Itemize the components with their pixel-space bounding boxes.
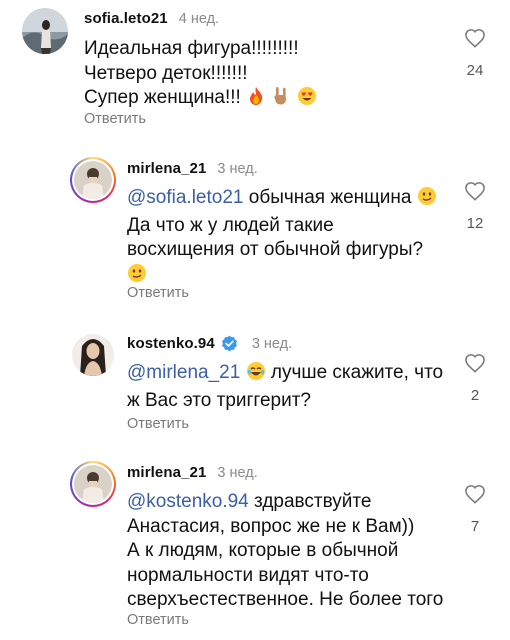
- username[interactable]: sofia.leto21: [84, 10, 168, 27]
- like-button[interactable]: 12: [455, 181, 495, 232]
- avatar[interactable]: [70, 157, 116, 203]
- heart-outline-icon: [455, 181, 495, 201]
- fire-emoji: [246, 86, 266, 114]
- heart-outline-icon: [455, 353, 495, 373]
- comment-line: сверхъестественное. Не более того: [127, 589, 444, 610]
- comment-line: восхищения от обычной фигуры?: [127, 239, 424, 260]
- comment-text: @mirlena_21 лучше скажите, что ж Вас это…: [127, 361, 443, 413]
- avatar[interactable]: [70, 461, 116, 507]
- timestamp: 3 нед.: [217, 160, 258, 177]
- comment-line: @sofia.leto21 обычная женщина: [127, 186, 437, 214]
- comment-line: @mirlena_21 лучше скажите, что: [127, 361, 443, 389]
- mention-link[interactable]: @mirlena_21: [127, 362, 240, 383]
- like-count: 12: [466, 215, 484, 232]
- comment-line: @kostenko.94 здравствуйте: [127, 491, 372, 512]
- like-count: 2: [470, 387, 480, 404]
- reply-button[interactable]: Ответить: [84, 111, 146, 127]
- timestamp: 3 нед.: [217, 464, 258, 481]
- avatar[interactable]: [72, 334, 114, 376]
- comment-text: @kostenko.94 здравствуйте Анастасия, воп…: [127, 490, 443, 613]
- mention-link[interactable]: @kostenko.94: [127, 491, 249, 512]
- heart-outline-icon: [455, 484, 495, 504]
- reply-button[interactable]: Ответить: [127, 416, 189, 432]
- mention-link[interactable]: @sofia.leto21: [127, 187, 243, 208]
- heart-outline-icon: [455, 28, 495, 48]
- comment-line: Анастасия, вопрос же не к Вам)): [127, 515, 415, 537]
- timestamp: 4 нед.: [178, 10, 220, 27]
- heart-eyes-emoji: [297, 86, 317, 114]
- timestamp: 3 нед.: [251, 335, 293, 352]
- username[interactable]: mirlena_21: [127, 464, 206, 481]
- comment-line: А к людям, которые в обычной: [127, 540, 399, 561]
- comment-text: @sofia.leto21 обычная женщина Да что ж у…: [127, 186, 437, 290]
- reply-button[interactable]: Ответить: [127, 612, 189, 628]
- comment-line-with-emoji: Супер женщина!!!: [84, 86, 317, 114]
- avatar[interactable]: [22, 8, 68, 54]
- comment-line: Да что ж у людей такие: [127, 214, 334, 236]
- like-button[interactable]: 2: [455, 353, 495, 404]
- comment-line: ж Вас это триггерит?: [127, 389, 311, 411]
- smirk-emoji: [417, 186, 437, 214]
- comment-line: нормальности видят что-то: [127, 564, 369, 586]
- like-count: 7: [470, 518, 480, 535]
- like-button[interactable]: 7: [455, 484, 495, 535]
- like-count: 24: [466, 62, 484, 79]
- username[interactable]: kostenko.94: [127, 335, 215, 352]
- comment-line: Четверо деток!!!!!!!: [84, 62, 248, 84]
- comment-text: Идеальная фигура!!!!!!!!! Четверо деток!…: [84, 37, 317, 114]
- comment-line: Идеальная фигура!!!!!!!!!: [84, 38, 299, 59]
- like-button[interactable]: 24: [455, 28, 495, 79]
- username[interactable]: mirlena_21: [127, 160, 206, 177]
- rock-hand-emoji: [271, 86, 291, 114]
- verified-badge-icon: [221, 335, 238, 352]
- reply-button[interactable]: Ответить: [127, 285, 189, 301]
- tears-of-joy-emoji: [246, 361, 266, 389]
